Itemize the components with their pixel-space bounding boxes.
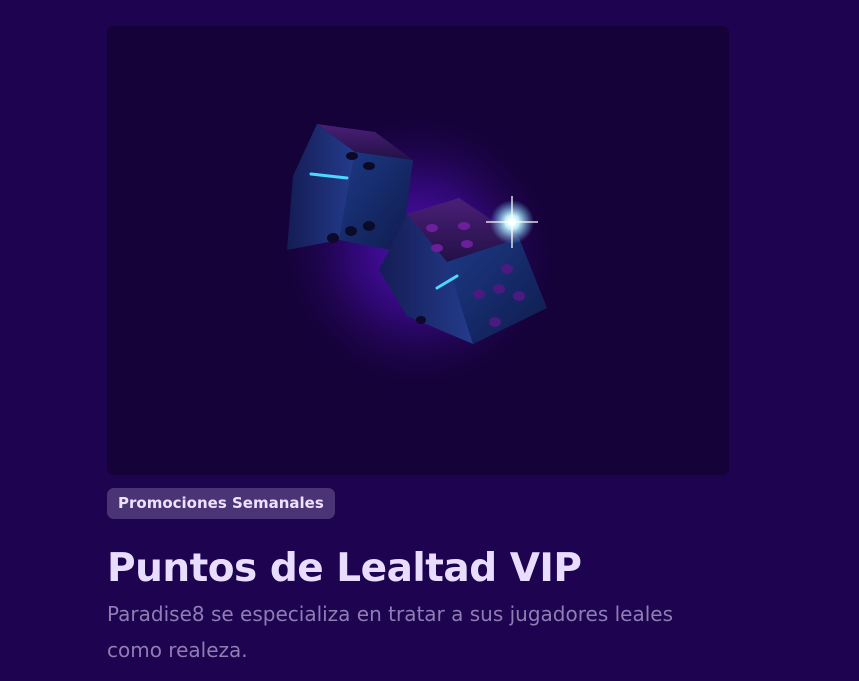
category-badge: Promociones Semanales: [107, 488, 335, 519]
dice-icon: [269, 101, 569, 401]
promo-image[interactable]: [107, 26, 729, 475]
promo-description: Paradise8 se especializa en tratar a sus…: [107, 602, 673, 662]
promo-card[interactable]: Promociones Semanales Puntos de Lealtad …: [107, 26, 729, 676]
promo-title[interactable]: Puntos de Lealtad VIP: [107, 544, 582, 594]
